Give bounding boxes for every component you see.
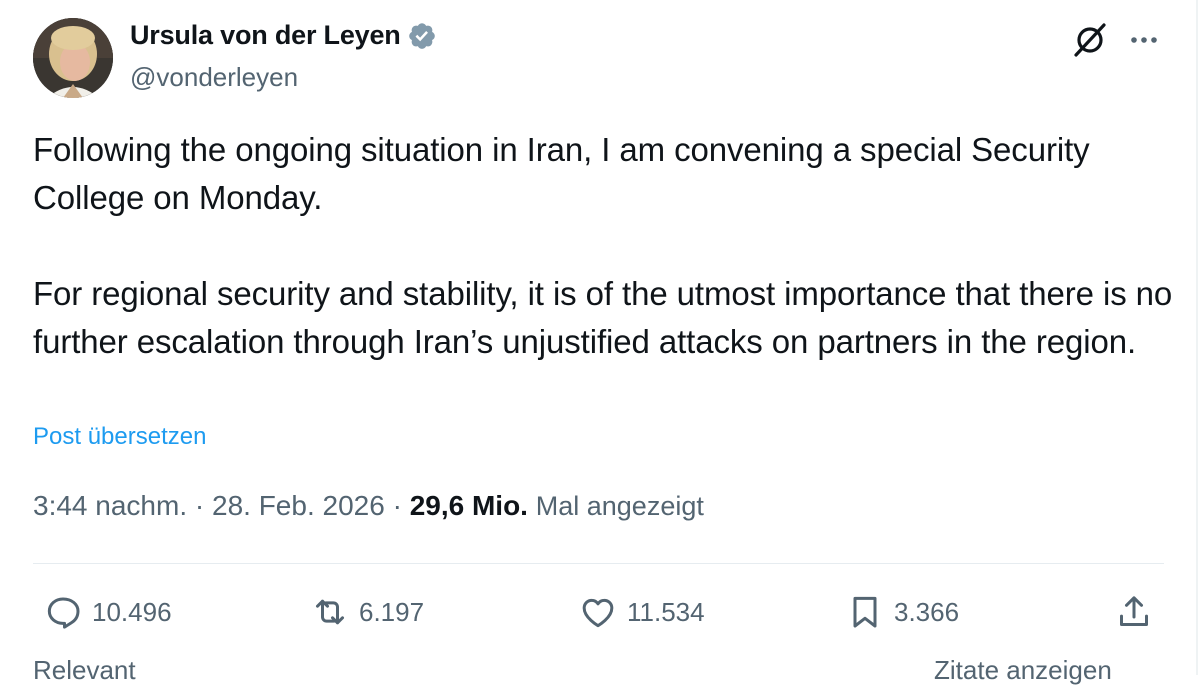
meta-separator: · (384, 490, 410, 521)
more-dots-icon (1131, 37, 1157, 43)
reply-button[interactable]: 10.496 (43, 592, 172, 632)
divider (33, 563, 1164, 564)
sort-replies-dropdown[interactable]: Relevant (33, 655, 136, 686)
view-count: 29,6 Mio. (409, 490, 528, 521)
view-quotes-link[interactable]: Zitate anzeigen (934, 655, 1112, 686)
bookmark-icon (853, 596, 877, 628)
bookmark-button[interactable]: 3.366 (845, 592, 959, 632)
translate-post-link[interactable]: Post übersetzen (33, 423, 206, 451)
tweet-metadata: 3:44 nachm. · 28. Feb. 2026 · 29,6 Mio. … (33, 490, 704, 522)
like-button[interactable]: 11.534 (578, 592, 705, 632)
author-row: Ursula von der Leyen (130, 20, 437, 51)
author-handle[interactable]: @vonderleyen (130, 62, 298, 93)
avatar-image (33, 18, 113, 98)
grok-icon (1074, 23, 1106, 57)
like-count: 11.534 (627, 596, 705, 627)
repost-button[interactable]: 6.197 (310, 592, 424, 632)
avatar[interactable] (33, 18, 113, 98)
meta-separator: · (187, 490, 212, 521)
tweet-time[interactable]: 3:44 nachm. (33, 490, 187, 521)
verified-badge-icon[interactable] (407, 21, 437, 51)
view-quotes-label: Zitate anzeigen (934, 655, 1112, 685)
tweet-text: Following the ongoing situation in Iran,… (33, 131, 1173, 360)
reply-icon (47, 597, 80, 629)
bookmark-count: 3.366 (894, 596, 960, 627)
repost-icon (316, 599, 344, 625)
view-count-label: Mal angezeigt (535, 491, 704, 521)
reply-count: 10.496 (92, 596, 172, 627)
share-icon (1120, 596, 1148, 626)
repost-count: 6.197 (359, 596, 425, 627)
grok-button[interactable] (1068, 18, 1112, 62)
sort-label: Relevant (33, 655, 136, 685)
heart-icon (582, 598, 614, 628)
tweet-date[interactable]: 28. Feb. 2026 (212, 490, 385, 521)
author-name[interactable]: Ursula von der Leyen (130, 20, 401, 51)
more-options-button[interactable] (1124, 20, 1164, 60)
share-button[interactable] (1114, 592, 1154, 632)
